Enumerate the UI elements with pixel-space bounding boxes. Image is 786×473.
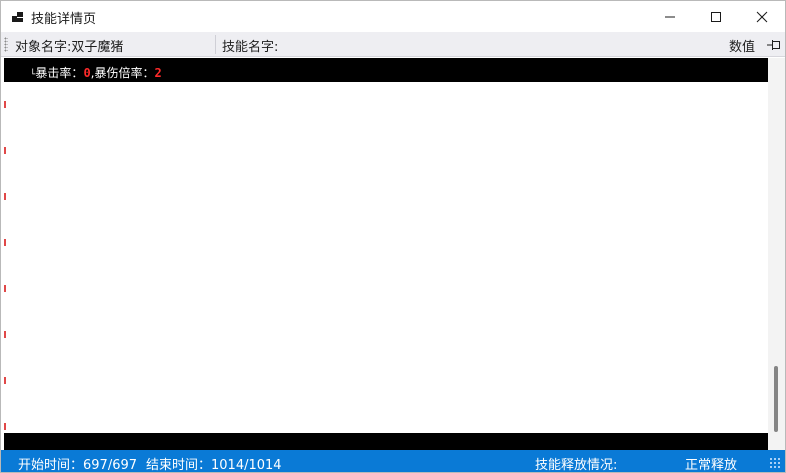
crit-damage-value: 2 xyxy=(154,66,162,80)
release-status: 正常释放 xyxy=(685,458,738,473)
status-bar: 开始时间：697/697 结束时间：1014/1014 技能释放情况: 正常释放 xyxy=(1,450,785,473)
detail-line: └暴击率：0,暴伤倍率：2 xyxy=(30,64,162,81)
pin-icon[interactable] xyxy=(766,38,782,52)
skill-name-label: 技能名字: xyxy=(222,40,279,55)
release-label: 技能释放情况: xyxy=(535,458,618,473)
start-time: 开始时间：697/697 xyxy=(18,458,138,473)
maximize-button[interactable] xyxy=(693,1,739,32)
toolbar-grip-icon[interactable] xyxy=(4,37,8,52)
content-bottom-bar xyxy=(4,433,768,450)
scrollbar-thumb[interactable] xyxy=(774,366,778,432)
title-bar[interactable]: 技能详情页 xyxy=(1,1,785,32)
detail-content[interactable]: └暴击率：0,暴伤倍率：2 xyxy=(4,58,768,450)
toolbar-separator xyxy=(215,35,216,54)
info-toolbar: 对象名字:双子魔猪 技能名字: 数值 xyxy=(1,32,785,57)
end-time: 结束时间：1014/1014 xyxy=(146,458,282,473)
skill-detail-window: 技能详情页 对象名字:双子魔猪 技能名字: 数值 └暴击率：0,暴伤倍率：2 开… xyxy=(0,0,786,473)
detail-line-row: └暴击率：0,暴伤倍率：2 xyxy=(4,58,768,82)
crit-rate-value: 0 xyxy=(83,66,91,80)
crit-damage-label: 暴伤倍率： xyxy=(94,66,155,80)
maximize-icon xyxy=(711,11,721,22)
resize-grip-icon[interactable] xyxy=(769,457,782,470)
vertical-scrollbar[interactable] xyxy=(768,58,785,450)
app-icon xyxy=(12,12,23,22)
minimize-button[interactable] xyxy=(647,1,693,32)
crit-rate-label: 暴击率： xyxy=(35,66,84,80)
close-button[interactable] xyxy=(739,1,785,32)
value-label: 数值 xyxy=(729,40,756,55)
window-title: 技能详情页 xyxy=(31,12,97,27)
minimize-icon xyxy=(665,16,675,17)
close-icon xyxy=(756,11,768,22)
left-margin-markers xyxy=(4,82,6,433)
object-name-label: 对象名字:双子魔猪 xyxy=(15,40,124,55)
